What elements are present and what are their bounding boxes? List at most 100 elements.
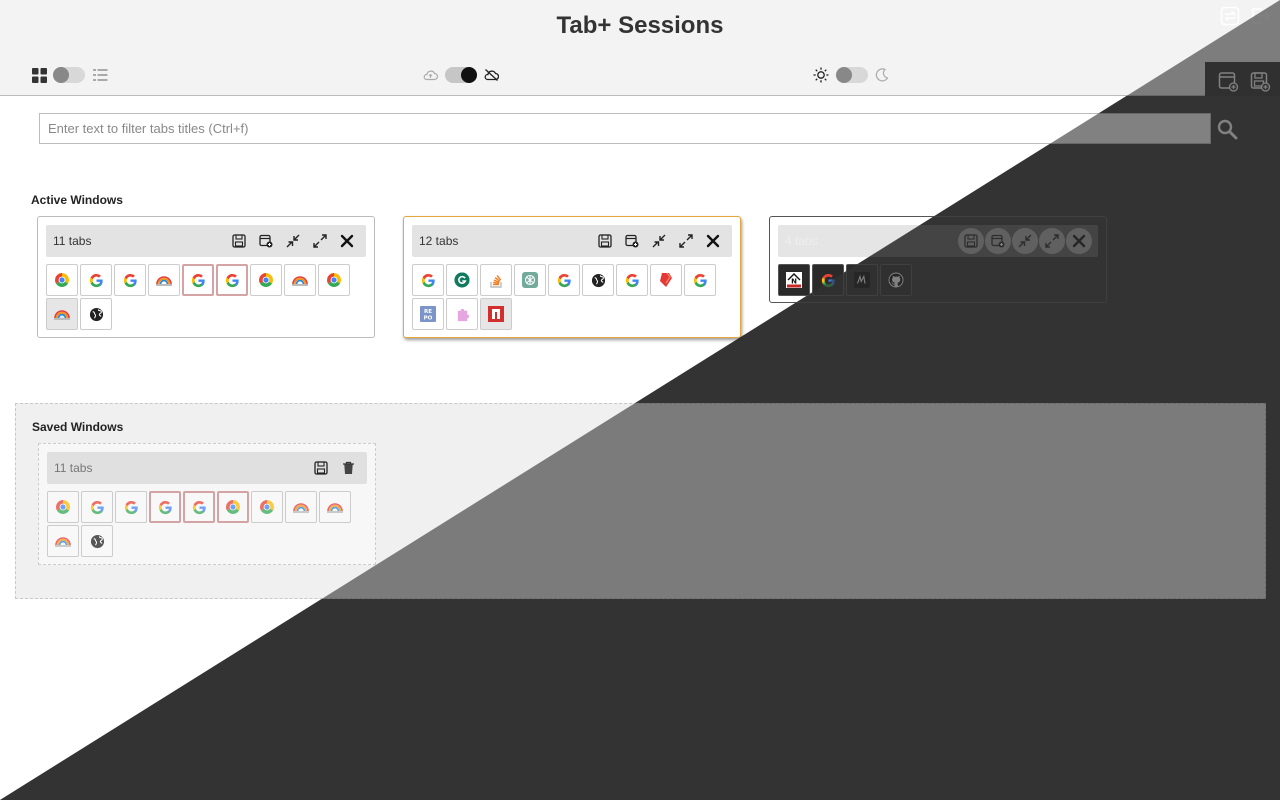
- tab-favicon-button[interactable]: [148, 264, 180, 296]
- tab-favicon-button[interactable]: [182, 264, 214, 296]
- tab-favicon-button[interactable]: [216, 264, 248, 296]
- saved-tab-favicon-button[interactable]: [47, 525, 79, 557]
- restore-window-button[interactable]: [308, 455, 334, 481]
- maximize-button[interactable]: [1039, 228, 1065, 254]
- tab-favicon-button[interactable]: [582, 264, 614, 296]
- search-icon[interactable]: [1216, 118, 1238, 140]
- search-input[interactable]: [39, 113, 1211, 144]
- close-icon: [340, 234, 354, 248]
- saved-tab-favicon-button[interactable]: [319, 491, 351, 523]
- tab-favicon-button[interactable]: [480, 298, 512, 330]
- theme-toggle[interactable]: [836, 67, 868, 83]
- chrome-icon: [225, 499, 241, 515]
- tab-favicon-button[interactable]: [46, 298, 78, 330]
- saved-tab-favicon-button[interactable]: [217, 491, 249, 523]
- grid-icon[interactable]: [31, 67, 47, 83]
- chrome-icon: [55, 499, 71, 515]
- window-card[interactable]: 4 tabs N: [769, 216, 1107, 303]
- tab-favicon-button[interactable]: [46, 264, 78, 296]
- tab-count-label: 12 tabs: [419, 234, 459, 248]
- puzzle-icon: [455, 307, 470, 322]
- close-window-button[interactable]: [1066, 228, 1092, 254]
- sync-toggle[interactable]: [445, 67, 477, 83]
- rainbow-icon: [156, 274, 172, 286]
- tab-favicon-button[interactable]: [616, 264, 648, 296]
- list-icon[interactable]: [92, 67, 108, 83]
- save-window-button[interactable]: [226, 228, 252, 254]
- google-icon: [821, 273, 836, 288]
- saved-tab-favicon-button[interactable]: [81, 491, 113, 523]
- tab-favicon-button[interactable]: [446, 264, 478, 296]
- tab-favicon-button[interactable]: N: [778, 264, 810, 296]
- moon-icon[interactable]: [874, 67, 890, 83]
- new-tab-button[interactable]: [619, 228, 645, 254]
- stackoverflow-icon: [489, 272, 504, 288]
- new-tab-button[interactable]: [985, 228, 1011, 254]
- window-header: 4 tabs: [778, 225, 1098, 257]
- tab-favicon-button[interactable]: [684, 264, 716, 296]
- rainbow-icon: [293, 501, 309, 513]
- saved-windows-title: Saved Windows: [32, 420, 124, 434]
- cloud-icon[interactable]: [422, 67, 438, 83]
- tab-favicon-button[interactable]: [650, 264, 682, 296]
- tab-favicon-button[interactable]: RE PO: [412, 298, 444, 330]
- chrome-icon: [258, 272, 274, 288]
- saved-tab-favicon-button[interactable]: [183, 491, 215, 523]
- maximize-icon: [679, 234, 693, 248]
- google-icon: [158, 500, 173, 515]
- maximize-button[interactable]: [673, 228, 699, 254]
- rainbow-icon: [54, 308, 70, 320]
- new-tab-button[interactable]: [253, 228, 279, 254]
- window-card[interactable]: 12 tabs RE PO: [403, 216, 741, 338]
- saved-tab-favicon-button[interactable]: [251, 491, 283, 523]
- close-window-button[interactable]: [334, 228, 360, 254]
- maximize-icon: [1045, 234, 1059, 248]
- saved-tab-favicon-button[interactable]: [149, 491, 181, 523]
- tab-favicon-button[interactable]: [514, 264, 546, 296]
- saved-tab-favicon-button[interactable]: [47, 491, 79, 523]
- tab-favicon-button[interactable]: [114, 264, 146, 296]
- tab-favicon-button[interactable]: [284, 264, 316, 296]
- tab-favicon-button[interactable]: [412, 264, 444, 296]
- cloud-off-icon[interactable]: [483, 67, 499, 83]
- new-tab-icon: [625, 234, 639, 248]
- grammarly-icon: [454, 272, 470, 288]
- save-window-button[interactable]: [592, 228, 618, 254]
- new-tab-icon: [259, 234, 273, 248]
- close-window-button[interactable]: [700, 228, 726, 254]
- minimize-button[interactable]: [280, 228, 306, 254]
- openai-icon: [522, 272, 538, 288]
- tab-favicon-button[interactable]: [250, 264, 282, 296]
- tab-favicon-button[interactable]: [880, 264, 912, 296]
- tab-favicon-button[interactable]: [548, 264, 580, 296]
- window-card[interactable]: 11 tabs: [37, 216, 375, 338]
- minimize-icon: [652, 234, 666, 248]
- tab-favicon-button[interactable]: [80, 264, 112, 296]
- new-window-icon[interactable]: [1217, 70, 1239, 92]
- tab-favicon-button[interactable]: [446, 298, 478, 330]
- saved-tab-favicon-button[interactable]: [81, 525, 113, 557]
- tab-favicon-button[interactable]: [80, 298, 112, 330]
- saved-tab-favicon-button[interactable]: [115, 491, 147, 523]
- google-icon: [625, 273, 640, 288]
- save-window-icon[interactable]: [1249, 70, 1271, 92]
- saved-tab-favicon-button[interactable]: [285, 491, 317, 523]
- tab-favicon-button[interactable]: [846, 264, 878, 296]
- minimize-icon: [286, 234, 300, 248]
- delete-saved-window-button[interactable]: [335, 455, 361, 481]
- exit-icon[interactable]: [1249, 5, 1271, 27]
- save-window-icon: [964, 234, 978, 248]
- minimize-button[interactable]: [646, 228, 672, 254]
- sun-icon[interactable]: [813, 67, 829, 83]
- repo-icon: RE PO: [420, 306, 436, 322]
- tab-favicon-button[interactable]: [812, 264, 844, 296]
- tab-favicon-button[interactable]: [318, 264, 350, 296]
- google-icon: [557, 273, 572, 288]
- saved-window-card[interactable]: 11 tabs: [38, 443, 376, 565]
- view-mode-toggle[interactable]: [53, 67, 85, 83]
- save-window-button[interactable]: [958, 228, 984, 254]
- maximize-button[interactable]: [307, 228, 333, 254]
- minimize-button[interactable]: [1012, 228, 1038, 254]
- swap-icon[interactable]: [1219, 5, 1241, 27]
- tab-favicon-button[interactable]: [480, 264, 512, 296]
